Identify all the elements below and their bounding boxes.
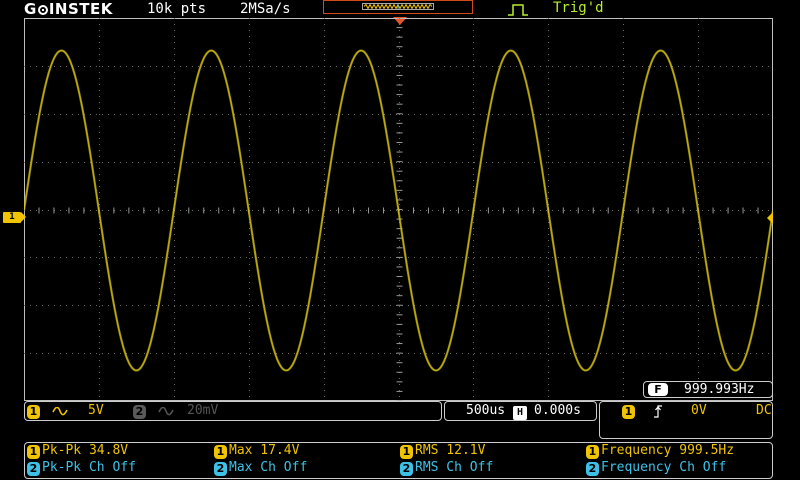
meas-ch2-badge: 2 — [586, 461, 599, 476]
trigger-settings-panel[interactable]: 1 0V DC — [599, 401, 773, 439]
meas-ch2-badge: 2 — [214, 461, 227, 476]
meas-max-ch1: Max 17.4V — [229, 443, 300, 458]
meas-ch1-badge: 1 — [400, 444, 413, 459]
meas-frequency-ch1: Frequency 999.5Hz — [601, 443, 735, 458]
horizontal-position-icon: H — [513, 404, 527, 420]
meas-rms-ch1: RMS 12.1V — [415, 443, 486, 458]
ch2-scale: 20mV — [187, 403, 219, 418]
rising-edge-icon — [654, 405, 662, 418]
meas-ch1-badge: 1 — [586, 444, 599, 459]
waveform-display[interactable] — [24, 18, 773, 401]
measurement-panel[interactable]: 1 Pk-Pk 34.8V 1 Max 17.4V 1 RMS 12.1V 1 … — [24, 442, 773, 479]
ac-wave-icon — [52, 407, 68, 416]
frequency-counter-value: 999.993Hz — [684, 382, 755, 397]
brand-logo: G INSTEK — [24, 0, 113, 18]
meas-pkpk-ch2: Pk-Pk Ch Off — [42, 460, 136, 475]
memory-wave-icon — [364, 4, 432, 9]
ac-wave-icon — [158, 407, 174, 416]
meas-pkpk-ch1: Pk-Pk 34.8V — [42, 443, 129, 458]
record-length: 10k pts — [147, 1, 207, 17]
graticule — [24, 18, 773, 401]
sample-rate: 2MSa/s — [240, 1, 291, 17]
top-status-bar: G INSTEK 10k pts 2MSa/s Trig'd — [0, 0, 800, 18]
channel-settings-panel[interactable]: 1 5V 2 20mV — [24, 401, 442, 421]
trigger-level: 0V — [691, 403, 707, 418]
ch2-badge: 2 — [133, 404, 146, 419]
trigger-coupling: DC — [756, 403, 772, 418]
meas-rms-ch2: RMS Ch Off — [415, 460, 494, 475]
timebase: 500us — [466, 403, 506, 418]
ch1-ground-marker[interactable]: 1 — [3, 212, 26, 223]
horizontal-settings-panel[interactable]: 500us H 0.000s — [444, 401, 597, 421]
ch1-scale: 5V — [88, 403, 104, 418]
memory-window-indicator — [323, 0, 473, 14]
trigger-source-badge: 1 — [622, 404, 635, 419]
frequency-counter-icon: F — [648, 383, 668, 396]
horizontal-position: 0.000s — [534, 403, 581, 418]
trigger-status: Trig'd — [553, 0, 604, 16]
meas-ch2-badge: 2 — [27, 461, 40, 476]
meas-ch1-badge: 1 — [214, 444, 227, 459]
meas-ch1-badge: 1 — [27, 444, 40, 459]
ch1-badge: 1 — [27, 404, 40, 419]
frequency-counter: F 999.993Hz — [643, 381, 773, 398]
trigger-level-marker[interactable] — [767, 212, 773, 224]
meas-ch2-badge: 2 — [400, 461, 413, 476]
meas-frequency-ch2: Frequency Ch Off — [601, 460, 727, 475]
meas-max-ch2: Max Ch Off — [229, 460, 308, 475]
trigger-pulse-icon — [508, 4, 528, 16]
